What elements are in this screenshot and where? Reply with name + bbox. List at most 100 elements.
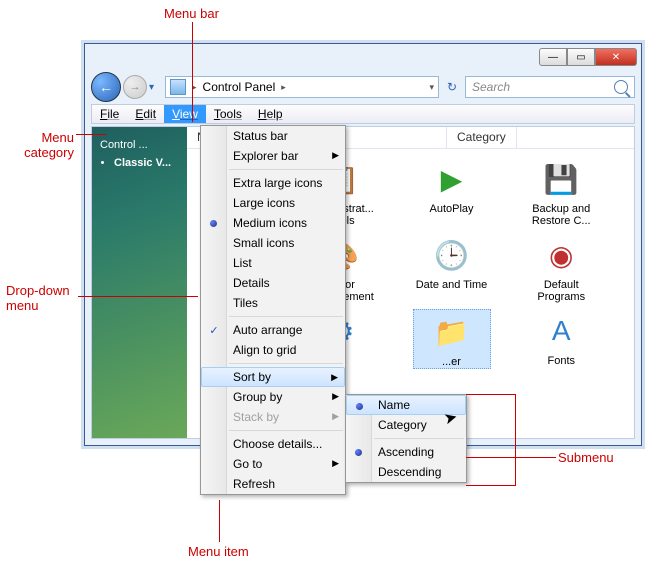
annotation-menu-category: Menu category [24,130,74,160]
submenu-arrow-icon: ▶ [332,458,339,469]
anno-line [515,394,516,486]
menu-item-list[interactable]: List [201,253,345,273]
menu-item-label: Refresh [233,477,275,491]
cp-item-label: ...er [442,356,461,368]
anno-line [219,500,220,542]
menu-item-label: Sort by [233,370,271,384]
submenu-arrow-icon: ▶ [332,150,339,161]
nav-history-dropdown[interactable]: ▾ [149,82,163,93]
menu-item-label: Ascending [378,445,434,459]
cp-item[interactable]: 🕒Date and Time [413,233,491,303]
submenu-arrow-icon: ▶ [332,411,339,422]
menu-bar: FileEditViewToolsHelp [91,104,635,124]
cp-item-icon: ▶ [430,157,474,201]
search-input[interactable]: Search [465,76,635,98]
minimize-button[interactable]: — [539,48,567,66]
cp-item[interactable]: ▶ AutoPlay [413,157,491,227]
refresh-button[interactable]: ↻ [441,80,463,94]
menu-item-small-icons[interactable]: Small icons [201,233,345,253]
address-bar: ← → ▾ ▸ Control Panel ▸ ▾ ↻ Search [91,74,635,100]
sidebar-item-classic-view[interactable]: Classic V... [114,157,179,169]
menu-item-label: Descending [378,465,441,479]
cp-item[interactable]: ◉Default Programs [522,233,600,303]
annotation-dropdown: Drop-down menu [6,283,80,313]
menu-item-label: Stack by [233,410,279,424]
menu-item-label: Choose details... [233,437,322,451]
breadcrumb-arrow[interactable]: ▸ [281,82,286,93]
menu-item-sort-by[interactable]: Sort by ▶ [201,367,345,387]
menu-item-label: Explorer bar [233,149,298,163]
menu-item-label: List [233,256,252,270]
menu-item-auto-arrange[interactable]: ✓Auto arrange [201,320,345,340]
forward-button[interactable]: → [123,75,147,99]
menu-item-label: Go to [233,457,262,471]
menu-item-choose-details-[interactable]: Choose details... [201,434,345,454]
anno-line [76,134,106,135]
maximize-button[interactable]: ▭ [567,48,595,66]
cp-item-label: Default Programs [522,279,600,303]
address-dropdown-icon[interactable]: ▾ [429,82,434,93]
sidebar-header[interactable]: Control ... [100,139,179,151]
menu-item-explorer-bar[interactable]: Explorer bar ▶ [201,146,345,166]
menu-item-extra-large-icons[interactable]: Extra large icons [201,173,345,193]
menu-file[interactable]: File [92,105,127,123]
submenu-arrow-icon: ▶ [331,372,338,383]
cp-item-label: Fonts [547,355,575,367]
submenu-arrow-icon: ▶ [332,391,339,402]
back-button[interactable]: ← [91,72,121,102]
menu-item-label: Auto arrange [233,323,302,337]
menu-item-group-by[interactable]: Group by ▶ [201,387,345,407]
menu-item-tiles[interactable]: Tiles [201,293,345,313]
menu-item-ascending[interactable]: Ascending [346,442,466,462]
menu-item-status-bar[interactable]: Status bar [201,126,345,146]
menu-item-label: Details [233,276,270,290]
anno-line [466,457,556,458]
cp-item-icon: 📁 [430,310,474,354]
cp-item-label: AutoPlay [429,203,473,215]
menu-tools[interactable]: Tools [206,105,250,123]
menu-separator [374,438,464,439]
menu-view[interactable]: View [164,105,206,123]
anno-line [192,22,193,122]
menu-edit[interactable]: Edit [127,105,164,123]
annotation-menu-bar: Menu bar [164,6,219,21]
menu-item-descending[interactable]: Descending [346,462,466,482]
menu-item-label: Align to grid [233,343,296,357]
anno-line [78,296,198,297]
cp-item-label: Backup and Restore C... [522,203,600,227]
radio-icon [356,403,363,410]
menu-item-details[interactable]: Details [201,273,345,293]
column-category[interactable]: Category [447,127,517,148]
search-placeholder: Search [472,80,510,94]
anno-line [466,394,516,395]
menu-item-label: Extra large icons [233,176,322,190]
menu-help[interactable]: Help [250,105,291,123]
cp-item[interactable]: 📁 ...er [413,309,491,369]
cp-item-icon: A [539,309,583,353]
menu-separator [229,169,343,170]
annotation-submenu: Submenu [558,450,614,465]
cp-item[interactable]: A Fonts [522,309,600,369]
menu-item-label: Group by [233,390,282,404]
control-panel-icon [170,79,186,95]
sidebar: Control ... Classic V... [92,127,187,438]
menu-item-large-icons[interactable]: Large icons [201,193,345,213]
menu-item-go-to[interactable]: Go to ▶ [201,454,345,474]
address-field[interactable]: ▸ Control Panel ▸ ▾ [165,76,439,98]
radio-icon [355,449,362,456]
breadcrumb-item[interactable]: Control Panel [203,80,276,94]
view-dropdown-menu: Status bar Explorer bar ▶ Extra large icons… [200,125,346,495]
menu-separator [229,316,343,317]
titlebar-controls: — ▭ ✕ [539,48,637,66]
menu-item-refresh[interactable]: Refresh [201,474,345,494]
menu-item-label: Category [378,418,427,432]
menu-separator [229,363,343,364]
menu-item-medium-icons[interactable]: Medium icons [201,213,345,233]
menu-item-align-to-grid[interactable]: Align to grid [201,340,345,360]
cp-item[interactable]: 💾Backup and Restore C... [522,157,600,227]
menu-item-label: Medium icons [233,216,307,230]
explorer-window: — ▭ ✕ ← → ▾ ▸ Control Panel ▸ ▾ ↻ Search… [84,43,642,446]
close-button[interactable]: ✕ [595,48,637,66]
cp-item-label: Date and Time [416,279,488,291]
annotation-menu-item: Menu item [188,544,249,559]
